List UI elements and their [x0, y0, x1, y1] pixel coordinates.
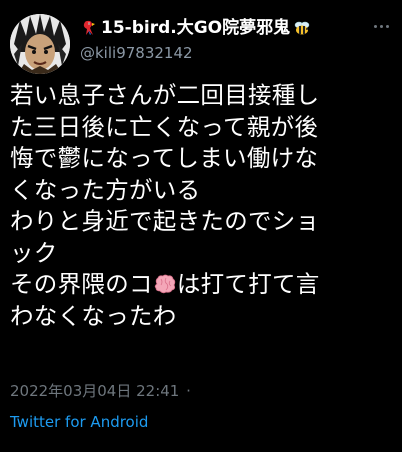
tweet-header: 15-bird.大GO院夢邪鬼 @kili97832142	[10, 12, 392, 74]
meta-separator: ·	[186, 382, 191, 400]
brain-emoji-icon	[154, 274, 176, 294]
author-names: 15-bird.大GO院夢邪鬼 @kili97832142	[80, 16, 360, 64]
tweet-line: わりと身近で起きたのでショ	[10, 207, 320, 235]
author-display-name[interactable]: 15-bird.大GO院夢邪鬼	[80, 16, 360, 40]
avatar[interactable]	[10, 14, 70, 74]
bee-emoji-icon	[294, 21, 310, 35]
tweet-source-link[interactable]: Twitter for Android	[10, 412, 148, 432]
more-icon	[373, 24, 377, 28]
display-name-text: 15-bird.大GO院夢邪鬼	[101, 18, 291, 38]
tweet-line: わなくなったわ	[10, 301, 177, 330]
avatar-illustration-icon	[10, 14, 70, 74]
more-icon-dot	[385, 24, 389, 28]
tweet-line-part: その界隈のコ	[10, 270, 153, 298]
tweet-meta: 2022年03月04日 22:41 ·	[10, 381, 193, 401]
tweet-line: くなった方がいる	[10, 175, 201, 204]
tweet-line: ック	[10, 238, 58, 267]
tweet-line-part: は打て打て言	[176, 270, 320, 298]
more-options-button[interactable]	[370, 18, 392, 34]
tweet: 15-bird.大GO院夢邪鬼 @kili97832142 若い息子さんが二回目…	[0, 0, 402, 452]
tweet-text: 若い息子さんが二回目接種し た三日後に亡くなって親が後 悔で鬱になってしまい働け…	[10, 80, 398, 332]
author-handle[interactable]: @kili97832142	[80, 42, 360, 64]
tweet-line: 悔で鬱になってしまい働けな	[10, 144, 319, 172]
more-icon-dot	[379, 24, 383, 28]
tweet-line: た三日後に亡くなって親が後	[10, 112, 319, 141]
tweet-line-with-emoji: その界隈のコ は打て打て言	[10, 269, 398, 301]
tweet-timestamp[interactable]: 2022年03月04日 22:41	[10, 382, 179, 400]
tweet-line: 若い息子さんが二回目接種し	[10, 81, 320, 109]
parrot-emoji-icon	[83, 20, 95, 35]
